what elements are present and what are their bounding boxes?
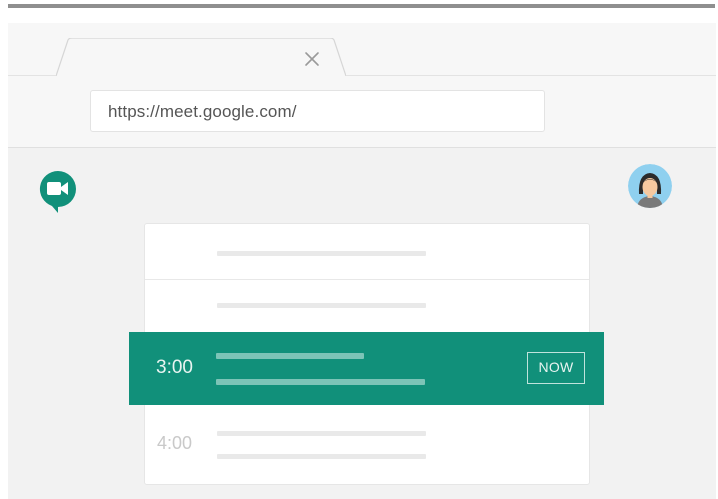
user-avatar[interactable] [628, 164, 672, 208]
now-badge: NOW [527, 352, 585, 384]
top-border [8, 4, 715, 8]
address-bar[interactable]: https://meet.google.com/ [90, 90, 545, 132]
address-url: https://meet.google.com/ [108, 102, 297, 121]
browser-tab[interactable] [56, 38, 346, 76]
browser-window: https://meet.google.com/ 4:00 3:00 NOW [8, 23, 716, 499]
meeting-detail-line [216, 379, 425, 385]
google-meet-icon[interactable] [38, 169, 78, 213]
meeting-placeholder [217, 251, 426, 256]
browser-toolbar: https://meet.google.com/ [8, 76, 716, 148]
row-divider [145, 279, 589, 280]
current-meeting-time: 3:00 [156, 357, 193, 378]
meeting-placeholder [217, 431, 426, 436]
tab-strip [8, 23, 716, 76]
next-meeting-time: 4:00 [157, 433, 193, 453]
meeting-placeholder [217, 454, 426, 459]
meeting-placeholder [217, 303, 426, 308]
tab-close-icon[interactable] [301, 48, 323, 70]
meeting-title-line [216, 353, 364, 359]
current-meeting-row[interactable]: 3:00 NOW [129, 332, 604, 405]
